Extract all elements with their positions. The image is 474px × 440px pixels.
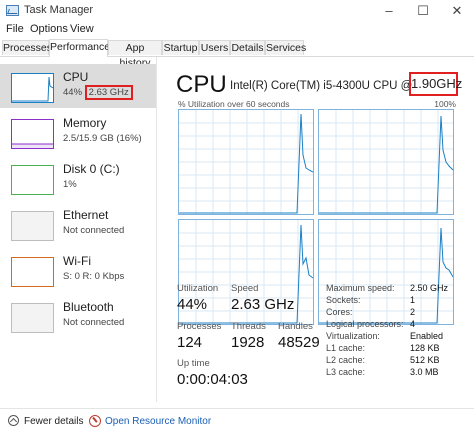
open-resource-monitor-link[interactable]: Open Resource Monitor — [105, 416, 211, 427]
resource-sidebar: CPU 44% 2.63 GHz Memory 2.5/15.9 GB (16%… — [0, 57, 157, 402]
cpu-usage-percent: 44% — [63, 87, 83, 98]
info-value-l2-cache: 512 KB — [410, 355, 440, 365]
sidebar-item-label: Memory — [63, 116, 107, 130]
speed-value: 2.63 GHz — [231, 296, 295, 313]
page-title: CPU — [176, 71, 227, 98]
threads-value: 1928 — [231, 334, 265, 351]
title-bar: Task Manager – ☐ ✕ — [0, 0, 474, 22]
tab-services[interactable]: Services — [265, 40, 306, 55]
sidebar-item-bluetooth[interactable]: Bluetooth Not connected — [0, 294, 156, 338]
utilization-label: Utilization — [177, 283, 219, 294]
menu-file[interactable]: File — [6, 23, 24, 35]
chevron-up-icon[interactable] — [8, 415, 19, 426]
uptime-label: Up time — [177, 358, 210, 369]
handles-value: 48529 — [278, 334, 320, 351]
minimize-button[interactable]: – — [374, 1, 404, 21]
speed-label: Speed — [231, 283, 259, 294]
sidebar-item-label: Bluetooth — [63, 300, 114, 314]
handles-label: Handles — [278, 321, 313, 332]
cpu-model-name: Intel(R) Core(TM) i5-4300U CPU @ — [230, 80, 413, 92]
ethernet-thumbnail-graph — [11, 211, 54, 241]
menu-bar: File Options View — [0, 22, 474, 38]
close-button[interactable]: ✕ — [442, 1, 472, 21]
wifi-thumbnail-graph — [11, 257, 54, 287]
info-label-l2-cache: L2 cache: — [326, 355, 366, 365]
window-title: Task Manager — [24, 4, 94, 16]
sidebar-item-sub: Not connected — [63, 225, 125, 236]
info-value-logical-processors: 4 — [410, 319, 416, 329]
info-label-l1-cache: L1 cache: — [326, 343, 366, 353]
sidebar-item-ethernet[interactable]: Ethernet Not connected — [0, 202, 156, 246]
info-label-cores: Cores: — [326, 307, 353, 317]
sidebar-item-label: CPU — [63, 70, 89, 84]
sidebar-item-label: Disk 0 (C:) — [63, 162, 120, 176]
cpu-thumbnail-graph — [11, 73, 54, 103]
tab-startup[interactable]: Startup — [162, 40, 199, 55]
info-value-max-speed: 2.50 GHz — [410, 283, 449, 293]
bluetooth-thumbnail-graph — [11, 303, 54, 333]
info-label-l3-cache: L3 cache: — [326, 367, 366, 377]
info-value-cores: 2 — [410, 307, 416, 317]
cpu-speed-highlight: 2.63 GHz — [84, 85, 133, 100]
info-value-sockets: 1 — [410, 295, 416, 305]
sidebar-item-sub: S: 0 R: 0 Kbps — [63, 271, 125, 282]
tab-performance[interactable]: Performance — [49, 39, 110, 57]
uptime-value: 0:00:04:03 — [177, 371, 248, 388]
sidebar-item-label: Wi-Fi — [63, 254, 91, 268]
tab-details[interactable]: Details — [230, 40, 265, 55]
sidebar-item-disk[interactable]: Disk 0 (C:) 1% — [0, 156, 156, 200]
sidebar-item-wifi[interactable]: Wi-Fi S: 0 R: 0 Kbps — [0, 248, 156, 292]
info-label-sockets: Sockets: — [326, 295, 361, 305]
sidebar-item-sub: Not connected — [63, 317, 125, 328]
maximize-button[interactable]: ☐ — [408, 1, 438, 21]
threads-label: Threads — [231, 321, 266, 332]
tab-users[interactable]: Users — [199, 40, 230, 55]
footer-bar: Fewer details Open Resource Monitor — [0, 408, 474, 440]
info-label-logical-processors: Logical processors: — [326, 319, 404, 329]
cpu-detail-panel: CPU Intel(R) Core(TM) i5-4300U CPU @ 1.9… — [157, 57, 474, 402]
sidebar-item-label: Ethernet — [63, 208, 109, 222]
resource-monitor-icon[interactable] — [89, 415, 101, 427]
info-label-virtualization: Virtualization: — [326, 331, 380, 341]
tab-strip: Processes Performance App history Startu… — [0, 39, 474, 69]
info-value-l1-cache: 128 KB — [410, 343, 440, 353]
cpu-base-speed-highlight: 1.90GHz — [409, 72, 462, 96]
sidebar-item-memory[interactable]: Memory 2.5/15.9 GB (16%) — [0, 110, 156, 154]
tab-processes[interactable]: Processes — [2, 40, 52, 55]
sidebar-item-cpu[interactable]: CPU 44% 2.63 GHz — [0, 64, 156, 108]
memory-thumbnail-graph — [11, 119, 54, 149]
graph-max-label: 100% — [434, 99, 456, 109]
cpu-core-graph-1 — [318, 109, 454, 215]
cpu-core-graph-0 — [178, 109, 314, 215]
task-manager-icon — [6, 5, 19, 16]
menu-options[interactable]: Options — [30, 23, 68, 35]
sidebar-item-sub: 2.5/15.9 GB (16%) — [63, 133, 142, 144]
fewer-details-link[interactable]: Fewer details — [24, 416, 83, 427]
tab-app-history[interactable]: App history — [108, 40, 162, 69]
info-value-virtualization: Enabled — [410, 331, 444, 341]
sidebar-item-sub: 1% — [63, 179, 77, 190]
graph-caption: % Utilization over 60 seconds — [178, 99, 290, 109]
disk-thumbnail-graph — [11, 165, 54, 195]
processes-label: Processes — [177, 321, 222, 332]
info-value-l3-cache: 3.0 MB — [410, 367, 439, 377]
info-label-max-speed: Maximum speed: — [326, 283, 395, 293]
utilization-value: 44% — [177, 296, 208, 313]
menu-view[interactable]: View — [70, 23, 94, 35]
processes-value: 124 — [177, 334, 203, 351]
sidebar-item-sub: 44% 2.63 GHz — [63, 85, 133, 100]
